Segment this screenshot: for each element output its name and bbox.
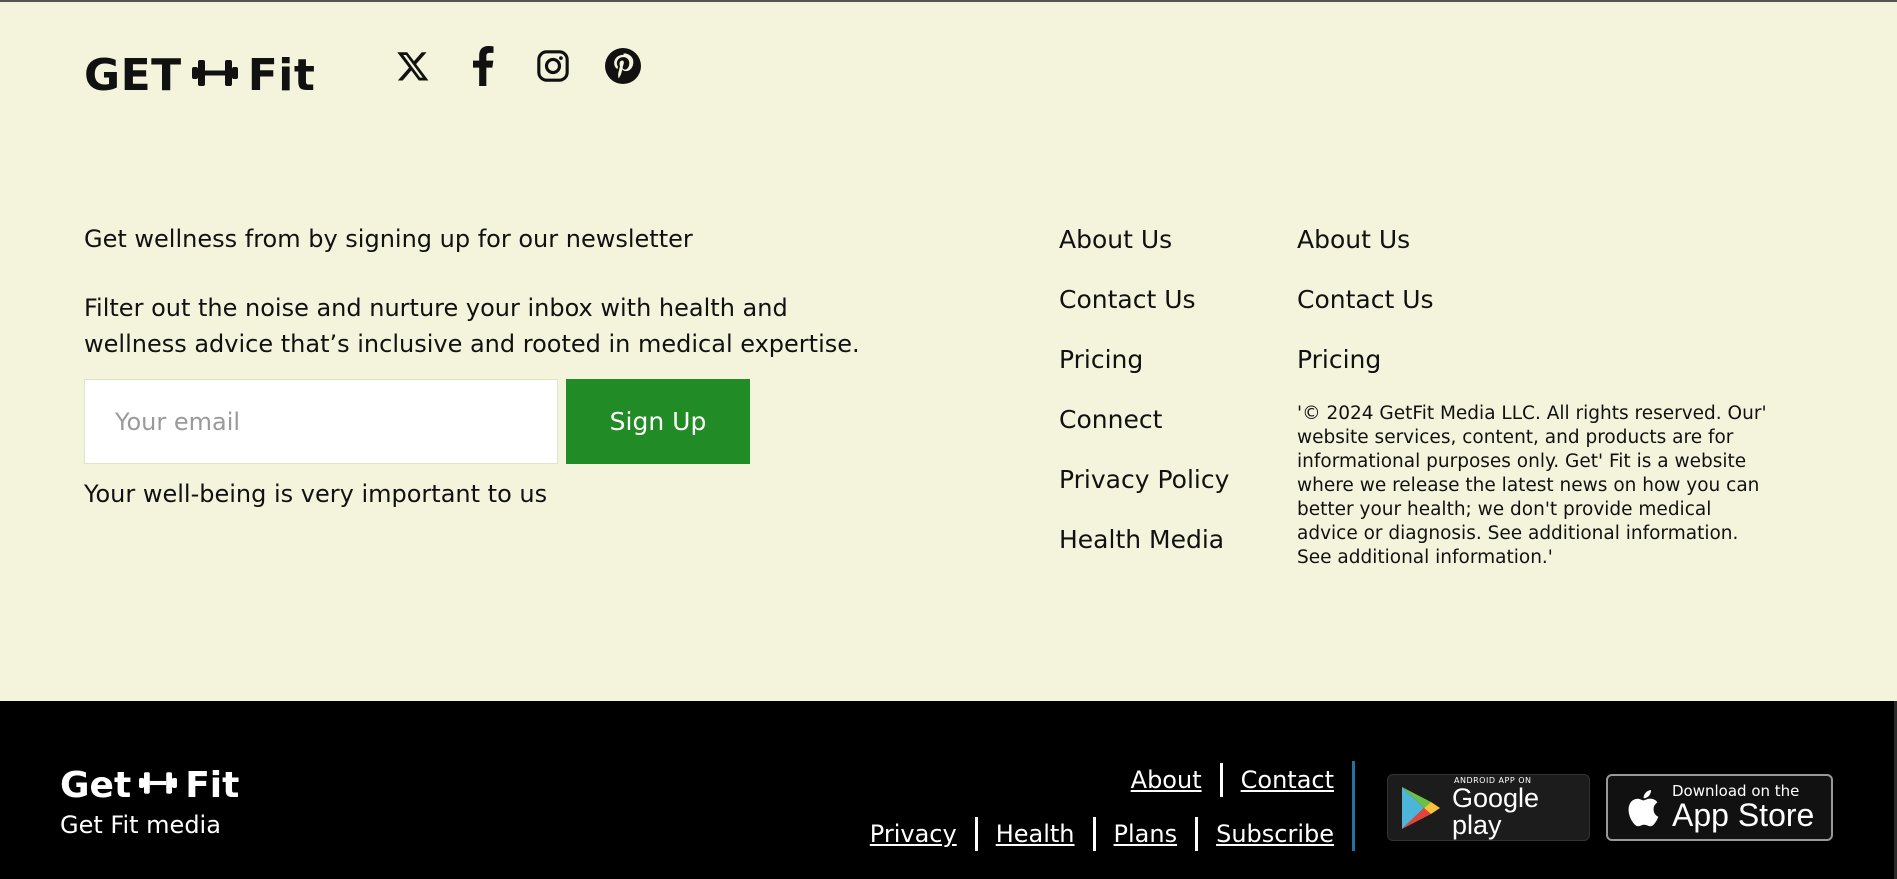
apple-icon [1624, 787, 1660, 829]
copyright-text: '© 2024 GetFit Media LLC. All rights res… [1297, 403, 1767, 568]
link-about-us-2[interactable]: About Us [1297, 225, 1434, 285]
newsletter-title: Get wellness from by signing up for our … [84, 225, 693, 253]
link-separator [1092, 817, 1096, 851]
signup-button[interactable]: Sign Up [566, 379, 750, 464]
bottom-link-health[interactable]: Health [996, 820, 1075, 848]
bottom-subtitle: Get Fit media [60, 811, 221, 839]
link-privacy-policy[interactable]: Privacy Policy [1059, 465, 1229, 525]
app-store-big-text: App Store [1672, 797, 1815, 833]
logo-text-left: GET [84, 50, 182, 101]
bottom-links-row-1: About Contact [1131, 763, 1334, 797]
vertical-divider [1352, 761, 1355, 851]
footer-upper: GET Fit Get wellness from by signing up … [0, 2, 1897, 701]
footer-links-column-1: About Us Contact Us Pricing Connect Priv… [1059, 225, 1229, 585]
pinterest-icon[interactable] [603, 46, 643, 86]
x-twitter-icon[interactable] [393, 46, 433, 86]
app-store-button[interactable]: Download on the App Store [1606, 774, 1833, 841]
bottom-link-subscribe[interactable]: Subscribe [1216, 820, 1334, 848]
newsletter-description: Filter out the noise and nurture your in… [84, 294, 860, 358]
social-links [393, 46, 643, 86]
google-play-big-text: Google play [1452, 782, 1540, 840]
footer-bottom-bar: Get Fit Get Fit media About Contact Priv… [0, 701, 1897, 879]
link-health-media[interactable]: Health Media [1059, 525, 1229, 585]
bottom-dumbbell-icon [139, 765, 178, 806]
bottom-logo-text-left: Get [60, 765, 132, 806]
link-separator [1219, 763, 1223, 797]
wellbeing-note: Your well-being is very important to us [84, 480, 548, 508]
link-separator [974, 817, 978, 851]
bottom-link-about[interactable]: About [1131, 766, 1202, 794]
bottom-link-plans[interactable]: Plans [1114, 820, 1178, 848]
link-pricing-2[interactable]: Pricing [1297, 345, 1434, 405]
brand-logo[interactable]: GET Fit [84, 50, 315, 101]
bottom-links-row-2: Privacy Health Plans Subscribe [870, 817, 1334, 851]
instagram-icon[interactable] [533, 46, 573, 86]
bottom-link-contact[interactable]: Contact [1241, 766, 1334, 794]
link-separator [1195, 817, 1199, 851]
footer-links-column-2: About Us Contact Us Pricing [1297, 225, 1434, 405]
link-contact-us-2[interactable]: Contact Us [1297, 285, 1434, 345]
bottom-logo-text-right: Fit [185, 765, 240, 806]
logo-text-right: Fit [247, 50, 316, 101]
link-about-us[interactable]: About Us [1059, 225, 1229, 285]
link-contact-us[interactable]: Contact Us [1059, 285, 1229, 345]
bottom-link-privacy[interactable]: Privacy [870, 820, 957, 848]
link-pricing[interactable]: Pricing [1059, 345, 1229, 405]
facebook-icon[interactable] [463, 46, 503, 86]
email-input[interactable] [84, 379, 558, 464]
google-play-button[interactable]: ANDROID APP ON Google play [1387, 774, 1590, 841]
bottom-brand-logo[interactable]: Get Fit [60, 765, 239, 806]
google-play-icon [1400, 785, 1442, 831]
link-connect[interactable]: Connect [1059, 405, 1229, 465]
dumbbell-icon [191, 50, 238, 101]
